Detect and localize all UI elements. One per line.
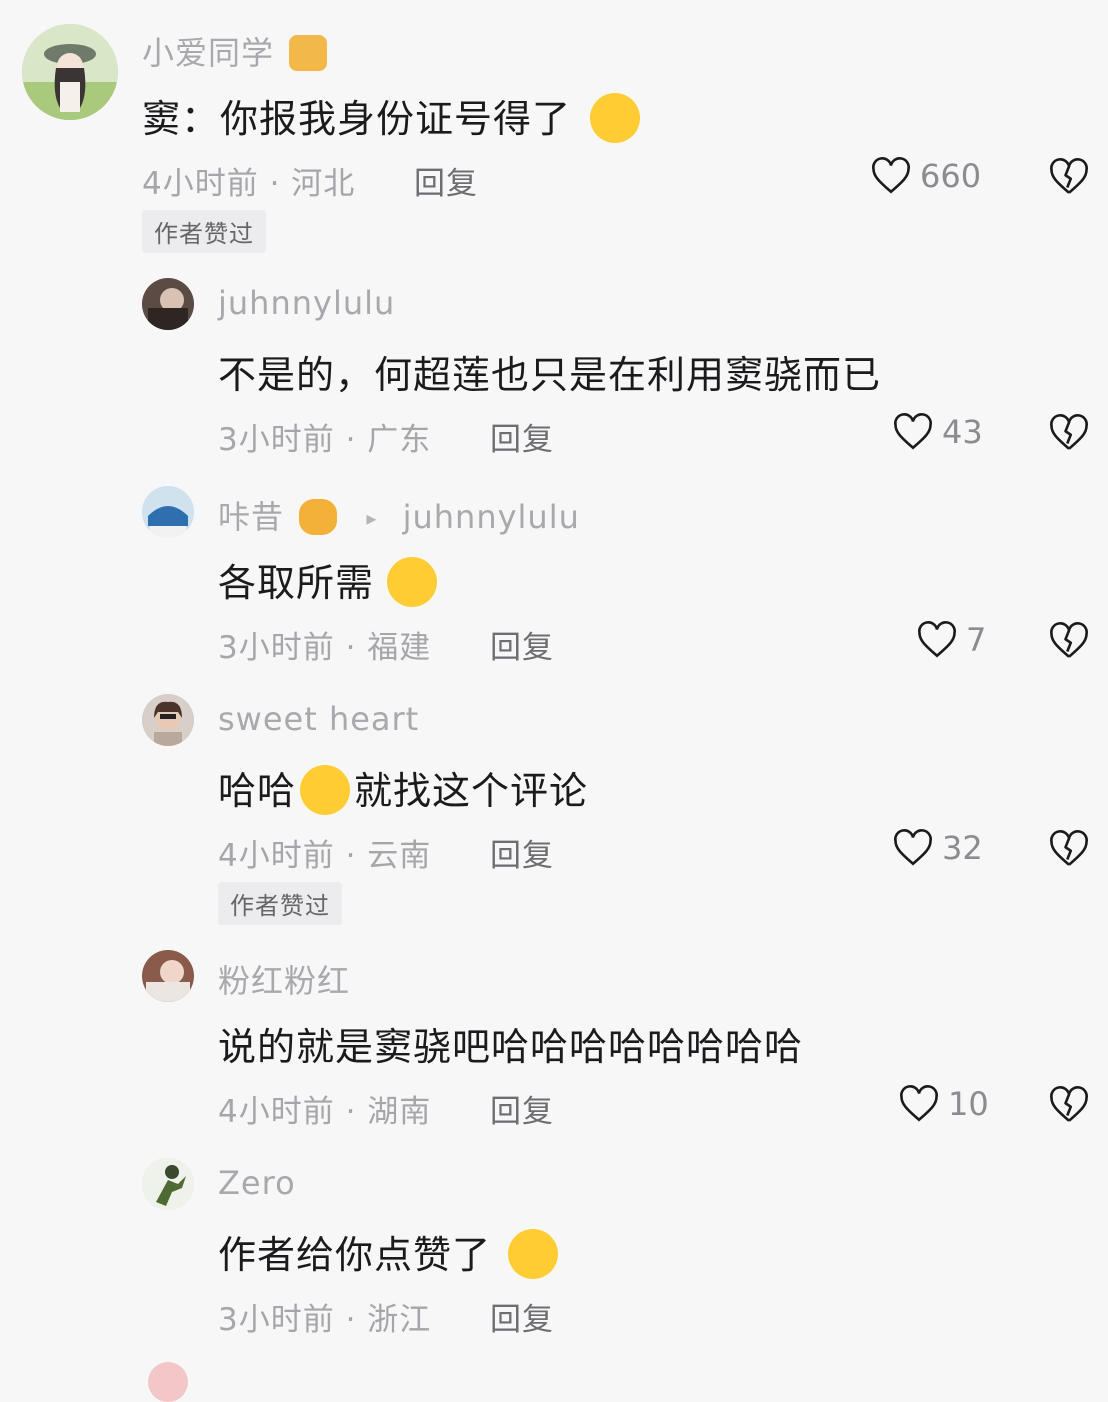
heart-icon <box>872 157 910 194</box>
author-liked-badge: 作者赞过 <box>142 210 266 253</box>
rolling-laughing-emoji-icon <box>387 556 438 607</box>
username[interactable]: Zero <box>218 1164 296 1202</box>
broken-heart-icon <box>1050 414 1088 450</box>
username[interactable]: 咔昔 ▸ juhnnylulu <box>218 492 580 538</box>
like-button[interactable]: 660 <box>870 156 981 196</box>
comment-text: 不是的，何超莲也只是在利用窦骁而已 <box>218 353 882 397</box>
author-liked-badge: 作者赞过 <box>218 882 342 925</box>
broken-heart-icon <box>1050 830 1088 866</box>
username[interactable]: 小爱同学 <box>142 28 328 74</box>
like-count: 43 <box>942 413 983 451</box>
dislike-button[interactable] <box>1048 620 1090 662</box>
heart-icon <box>894 413 932 450</box>
heart-icon <box>900 1085 938 1122</box>
comment-time-location: 3小时前 · 广东 <box>218 422 432 458</box>
avatar[interactable] <box>142 1158 194 1210</box>
crying-laughing-emoji-icon <box>590 92 641 143</box>
reply-button[interactable]: 回复 <box>414 158 478 203</box>
avatar[interactable] <box>148 1362 188 1402</box>
like-button[interactable]: 10 <box>898 1084 989 1124</box>
heart-icon <box>918 621 956 658</box>
like-button[interactable]: 32 <box>892 828 983 868</box>
like-button[interactable]: 7 <box>916 620 986 660</box>
avatar[interactable] <box>142 486 194 538</box>
dislike-button[interactable] <box>1048 412 1090 454</box>
like-button[interactable]: 43 <box>892 412 983 452</box>
comment-time-location: 3小时前 · 浙江 <box>218 1302 432 1338</box>
reply-button[interactable]: 回复 <box>490 1086 554 1131</box>
dislike-button[interactable] <box>1048 156 1090 198</box>
broken-heart-icon <box>1050 1086 1088 1122</box>
username[interactable]: sweet heart <box>218 700 419 738</box>
avatar[interactable] <box>142 694 194 746</box>
dislike-button[interactable] <box>1048 1084 1090 1126</box>
honey-jar-emoji-icon <box>289 35 328 71</box>
username[interactable]: 粉红粉红 <box>218 956 350 1002</box>
comment-text: 各取所需 <box>218 552 438 611</box>
comment-text: 作者给你点赞了 <box>218 1224 559 1283</box>
comment-time-location: 4小时前 · 河北 <box>142 166 356 202</box>
rolling-laughing-emoji-icon <box>300 764 351 815</box>
comment-text: 窦：你报我身份证号得了 <box>142 88 641 147</box>
comment-time-location: 4小时前 · 湖南 <box>218 1094 432 1130</box>
avatar[interactable] <box>142 278 194 330</box>
dislike-button[interactable] <box>1048 828 1090 870</box>
comment-time-location: 3小时前 · 福建 <box>218 630 432 666</box>
reply-arrow-icon: ▸ <box>366 506 378 530</box>
broken-heart-icon <box>1050 622 1088 658</box>
broken-heart-icon <box>1050 158 1088 194</box>
username[interactable]: juhnnylulu <box>218 284 395 322</box>
like-count: 32 <box>942 829 983 867</box>
avatar[interactable] <box>142 950 194 1002</box>
heart-icon <box>894 829 932 866</box>
like-count: 10 <box>948 1085 989 1123</box>
comment-text: 说的就是窦骁吧哈哈哈哈哈哈哈哈 <box>218 1025 804 1069</box>
shushing-face-emoji-icon <box>508 1228 559 1279</box>
reply-button[interactable]: 回复 <box>490 414 554 459</box>
reply-button[interactable]: 回复 <box>490 830 554 875</box>
reply-button[interactable]: 回复 <box>490 1294 554 1339</box>
cat-face-emoji-icon <box>299 499 338 535</box>
avatar[interactable] <box>22 24 118 120</box>
like-count: 7 <box>966 621 987 659</box>
comment-time-location: 4小时前 · 云南 <box>218 838 432 874</box>
reply-button[interactable]: 回复 <box>490 622 554 667</box>
reply-to-username[interactable]: juhnnylulu <box>403 498 580 536</box>
comment-text: 哈哈 就找这个评论 <box>218 760 588 819</box>
like-count: 660 <box>920 157 982 195</box>
